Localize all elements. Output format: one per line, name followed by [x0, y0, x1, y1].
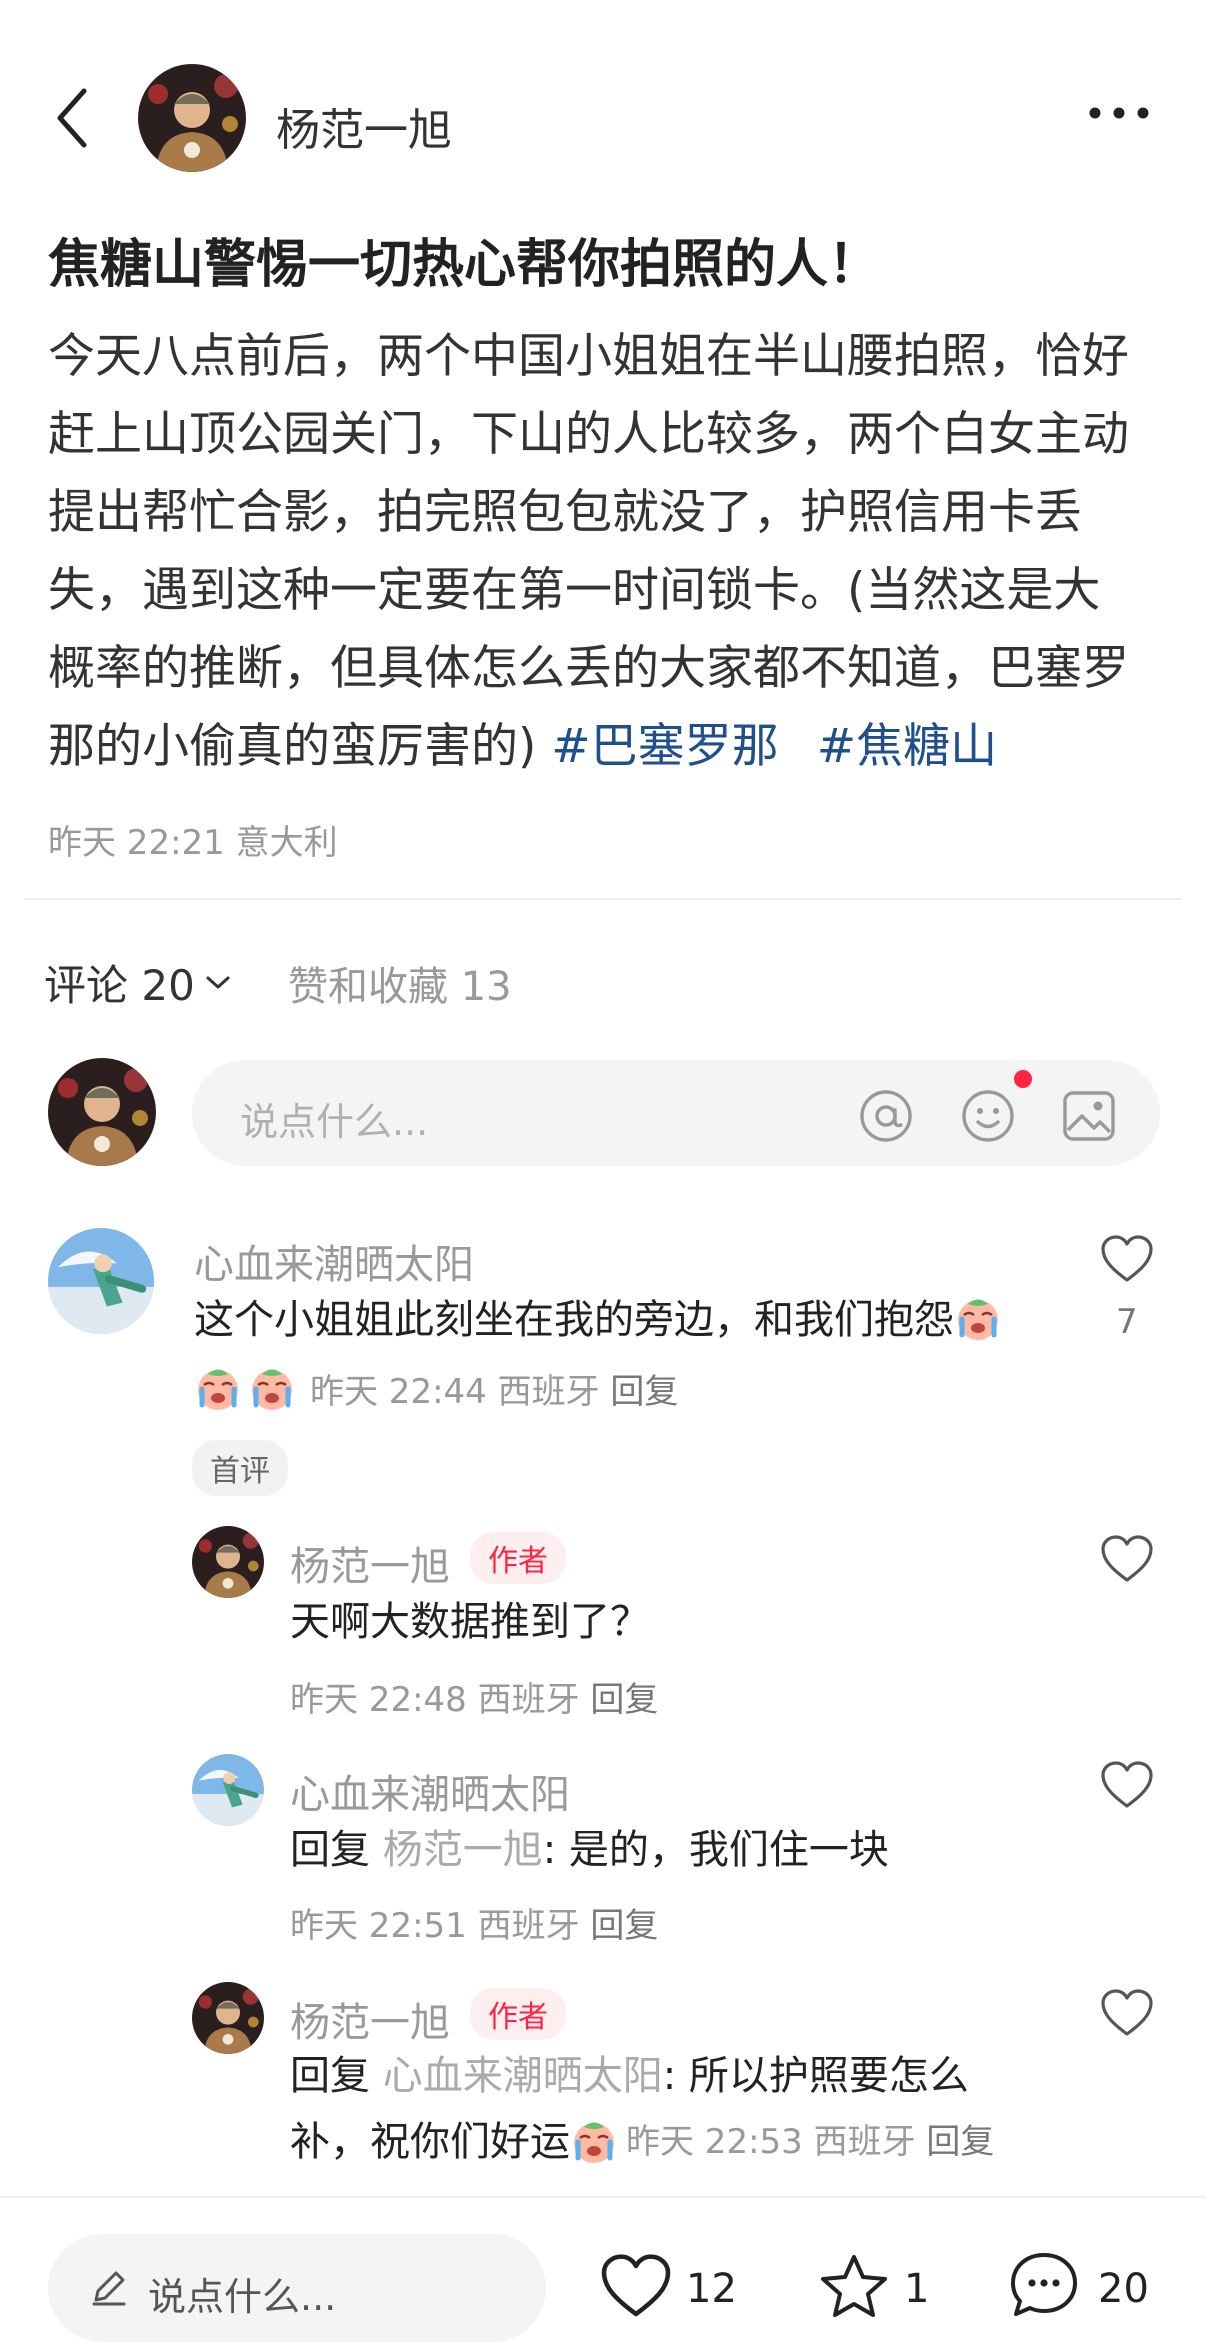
like-count: 12 — [686, 2266, 737, 2312]
heart-icon[interactable] — [1100, 1760, 1154, 1810]
post-body-line: 那的小偷真的蛮厉害的) — [48, 719, 537, 774]
tab-comments-label: 评论 20 — [44, 961, 195, 1010]
commenter-avatar[interactable] — [192, 1526, 264, 1598]
comment-meta: 昨天 22:51 西班牙 回复 — [290, 1898, 658, 1947]
post-body-line: 赶上山顶公园关门，下山的人比较多，两个白女主动 — [48, 407, 1129, 462]
comment-meta: 昨天 22:48 西班牙 回复 — [290, 1672, 658, 1721]
comment-text-content: 补，祝你们好运 — [290, 2119, 570, 2165]
reply-button[interactable]: 回复 — [590, 1680, 658, 1720]
comment-time: 昨天 22:44 西班牙 — [310, 1372, 600, 1412]
comment-input-placeholder: 说点什么... — [240, 1100, 429, 1144]
post-meta: 昨天 22:21 意大利 — [48, 823, 338, 863]
hashtag-link[interactable]: #焦糖山 — [817, 719, 997, 774]
crying-emoji-icon — [570, 2118, 618, 2166]
heart-icon[interactable] — [1100, 1534, 1154, 1584]
more-horizontal-icon[interactable] — [1086, 104, 1152, 122]
pencil-icon — [92, 2271, 126, 2306]
tab-likes-favorites[interactable]: 赞和收藏 13 — [288, 954, 512, 1012]
crying-emoji-icon — [194, 1365, 242, 1413]
comment-meta: 昨天 22:44 西班牙 回复 — [194, 1364, 678, 1413]
post-body-line: 提出帮忙合影，拍完照包包就没了，护照信用卡丢 — [48, 485, 1082, 540]
bottom-input-placeholder: 说点什么... — [148, 2275, 337, 2319]
comment-text: 补，祝你们好运 昨天 22:53 西班牙 回复 — [290, 2112, 994, 2172]
first-comment-badge: 首评 — [192, 1440, 288, 1496]
commenter-avatar[interactable] — [192, 1754, 264, 1826]
comment-text: 回复 心血来潮晒太阳: 所以护照要怎么 — [290, 2046, 969, 2106]
commenter-avatar[interactable] — [48, 1228, 154, 1334]
my-avatar — [48, 1058, 156, 1166]
like-heart-icon[interactable] — [600, 2252, 672, 2320]
chevron-down-icon — [206, 976, 230, 988]
comment-text: 回复 杨范一旭: 是的，我们住一块 — [290, 1820, 889, 1880]
reply-to-name[interactable]: 杨范一旭 — [383, 1827, 543, 1873]
commenter-avatar[interactable] — [192, 1982, 264, 2054]
commenter-name[interactable]: 心血来潮晒太阳 — [290, 1762, 570, 1820]
comment-count: 20 — [1098, 2266, 1149, 2312]
comment-text-content: 这个小姐姐此刻坐在我的旁边，和我们抱怨 — [194, 1297, 954, 1343]
author-name[interactable]: 杨范一旭 — [276, 94, 452, 158]
commenter-name[interactable]: 心血来潮晒太阳 — [194, 1232, 474, 1290]
tab-comments[interactable]: 评论 20 — [44, 952, 231, 1013]
commenter-name[interactable]: 杨范一旭 — [290, 1990, 450, 2048]
bottom-bar-divider — [0, 2196, 1206, 2198]
notification-dot — [1014, 1070, 1032, 1088]
star-icon[interactable] — [818, 2252, 890, 2320]
author-avatar[interactable] — [138, 64, 246, 172]
bottom-comment-input[interactable]: 说点什么... — [48, 2234, 546, 2342]
comment-text-content: : 是的，我们住一块 — [542, 1827, 889, 1873]
post-body-line: 失，遇到这种一定要在第一时间锁卡。(当然这是大 — [48, 563, 1101, 618]
crying-emoji-icon — [248, 1365, 296, 1413]
emoji-icon[interactable] — [960, 1088, 1016, 1144]
comment-like-count: 7 — [1116, 1302, 1138, 1342]
star-count: 1 — [904, 2266, 930, 2312]
comment-text: 天啊大数据推到了？ — [290, 1599, 650, 1645]
post-title: 焦糖山警惕一切热心帮你拍照的人！ — [48, 235, 881, 295]
reply-prefix: 回复 — [290, 1827, 370, 1873]
heart-icon[interactable] — [1100, 1988, 1154, 2038]
comment-bubble-icon[interactable] — [1008, 2250, 1080, 2318]
reply-button[interactable]: 回复 — [926, 2122, 994, 2162]
comment-time: 昨天 22:48 西班牙 — [290, 1680, 580, 1720]
post-body: 今天八点前后，两个中国小姐姐在半山腰拍照，恰好 赶上山顶公园关门，下山的人比较多… — [48, 318, 1168, 786]
comment-time: 昨天 22:53 西班牙 — [626, 2122, 916, 2162]
heart-icon[interactable] — [1100, 1234, 1154, 1284]
divider — [24, 898, 1182, 900]
comment-time: 昨天 22:51 西班牙 — [290, 1906, 580, 1946]
reply-button[interactable]: 回复 — [590, 1906, 658, 1946]
commenter-name[interactable]: 杨范一旭 — [290, 1534, 450, 1592]
post-body-line: 概率的推断，但具体怎么丢的大家都不知道，巴塞罗 — [48, 641, 1129, 696]
image-icon[interactable] — [1062, 1090, 1116, 1142]
post-body-line: 今天八点前后，两个中国小姐姐在半山腰拍照，恰好 — [48, 329, 1129, 384]
crying-emoji-icon — [954, 1295, 1002, 1343]
reply-button[interactable]: 回复 — [610, 1364, 678, 1413]
author-badge: 作者 — [470, 1532, 566, 1584]
comment-text: 这个小姐姐此刻坐在我的旁边，和我们抱怨 — [194, 1290, 1002, 1350]
back-icon[interactable] — [50, 85, 94, 151]
reply-prefix: 回复 — [290, 2053, 370, 2099]
reply-to-name[interactable]: 心血来潮晒太阳 — [383, 2053, 663, 2099]
comment-input[interactable]: 说点什么... — [192, 1060, 1160, 1166]
at-mention-icon[interactable] — [858, 1088, 914, 1144]
author-badge: 作者 — [470, 1988, 566, 2040]
comment-text-content: : 所以护照要怎么 — [662, 2053, 969, 2099]
hashtag-link[interactable]: #巴塞罗那 — [551, 719, 778, 774]
